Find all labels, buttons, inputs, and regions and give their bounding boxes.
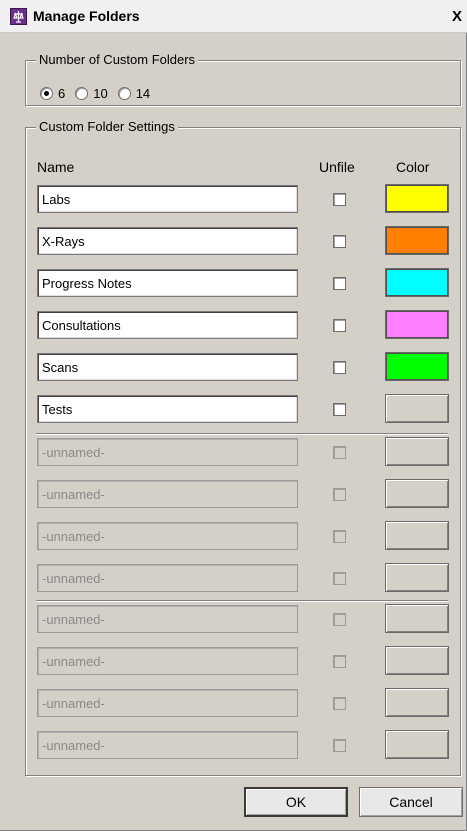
window-title: Manage Folders [33,8,140,24]
folder-row [0,394,467,425]
folder-name-input[interactable] [37,311,298,339]
unfile-checkbox[interactable] [333,193,346,206]
folder-row [0,268,467,299]
color-picker-button [385,437,449,466]
number-of-folders-group: Number of Custom Folders 6 10 14 [25,52,461,106]
color-picker-button[interactable] [385,268,449,297]
folder-row [0,604,467,635]
unfile-checkbox[interactable] [333,361,346,374]
folder-name-input[interactable] [37,269,298,297]
unfile-checkbox [333,530,346,543]
folder-name-input [37,731,298,759]
color-picker-button[interactable] [385,184,449,213]
unfile-checkbox [333,697,346,710]
name-column-header: Name [37,159,75,175]
folder-name-input[interactable] [37,227,298,255]
folder-row [0,437,467,468]
custom-folder-settings-legend: Custom Folder Settings [36,119,178,135]
folder-row [0,310,467,341]
radio-14-label: 14 [135,86,151,101]
folder-row [0,563,467,594]
color-picker-button [385,479,449,508]
color-picker-button [385,604,449,633]
unfile-checkbox [333,613,346,626]
close-button[interactable]: X [449,8,465,25]
title-bar[interactable]: Manage Folders X [0,0,467,33]
folder-row [0,479,467,510]
unfile-checkbox [333,572,346,585]
folder-name-input [37,605,298,633]
unfile-checkbox [333,739,346,752]
unfile-checkbox[interactable] [333,403,346,416]
radio-14[interactable]: 14 [117,86,151,101]
color-picker-button [385,730,449,759]
color-picker-button [385,521,449,550]
unfile-checkbox [333,488,346,501]
folder-row [0,226,467,257]
unfile-checkbox[interactable] [333,319,346,332]
number-of-folders-legend: Number of Custom Folders [36,52,199,68]
unfile-checkbox[interactable] [333,277,346,290]
folder-name-input[interactable] [37,185,298,213]
color-picker-button[interactable] [385,310,449,339]
color-picker-button [385,688,449,717]
unfile-checkbox [333,655,346,668]
manage-folders-dialog: Manage Folders X Number of Custom Folder… [0,0,467,831]
radio-6-label: 6 [58,86,66,101]
radio-14-indicator[interactable] [117,87,131,100]
color-picker-button [385,563,449,592]
unfile-checkbox[interactable] [333,235,346,248]
app-icon [10,8,27,25]
folder-name-input [37,438,298,466]
folder-name-input [37,647,298,675]
cancel-button[interactable]: Cancel [359,787,463,817]
folder-row [0,646,467,677]
folder-count-options: 6 10 14 [40,86,150,101]
folder-name-input [37,480,298,508]
color-picker-button[interactable] [385,226,449,255]
group-separator [36,600,448,602]
folder-name-input [37,522,298,550]
folder-name-input [37,689,298,717]
color-picker-button [385,646,449,675]
group-separator [36,433,448,435]
unfile-checkbox [333,446,346,459]
radio-6-indicator[interactable] [40,87,53,100]
radio-10-label: 10 [93,86,108,101]
color-column-header: Color [396,159,430,175]
radio-10[interactable]: 10 [75,86,108,101]
folder-row [0,688,467,719]
ok-button[interactable]: OK [244,787,348,817]
folder-row [0,352,467,383]
radio-10-indicator[interactable] [75,87,89,100]
color-picker-button[interactable] [385,352,449,381]
folder-name-input [37,564,298,592]
folder-name-input[interactable] [37,353,298,381]
folder-row [0,521,467,552]
unfile-column-header: Unfile [319,159,355,175]
folder-row [0,184,467,215]
radio-6[interactable]: 6 [40,86,65,101]
folder-row [0,730,467,761]
color-picker-button[interactable] [385,394,449,423]
folder-name-input[interactable] [37,395,298,423]
